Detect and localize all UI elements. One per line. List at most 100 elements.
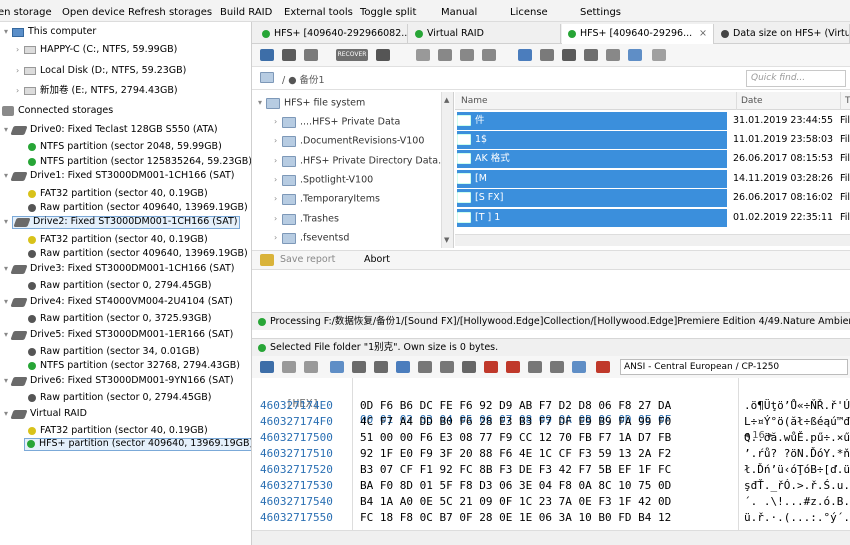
scroll-up-icon[interactable]: ▲ [444, 96, 449, 104]
list-item[interactable]: [M [457, 170, 727, 188]
chevron-right-icon[interactable]: › [274, 171, 282, 189]
partition-item-selected[interactable]: HFS+ partition (sector 409640, 13969.19G… [24, 436, 251, 452]
list-item[interactable]: [T ] 1 [457, 209, 727, 227]
save-icon[interactable] [260, 49, 274, 61]
eye-icon[interactable] [376, 49, 390, 61]
tree-item[interactable]: › .HFS+ Private Directory Data. [274, 152, 441, 170]
connected-storages-node[interactable]: Connected storages [2, 103, 113, 119]
column-type[interactable]: T [840, 92, 850, 110]
save-report-button[interactable]: Save report [280, 251, 335, 269]
binoculars-icon[interactable] [304, 49, 318, 61]
drive-2[interactable]: ▾ Drive2: Fixed ST3000DM001-1CH166 (SAT) [4, 214, 241, 230]
volume-d[interactable]: › Local Disk (D:, NTFS, 59.23GB) [16, 63, 186, 79]
menu-external-tools[interactable]: External tools [284, 7, 353, 18]
menu-toggle-split[interactable]: Toggle split [360, 7, 416, 18]
sync-icon[interactable] [584, 49, 598, 61]
partition-item[interactable]: NTFS partition (sector 32768, 2794.43GB) [28, 358, 240, 374]
chevron-down-icon[interactable]: ▾ [4, 214, 12, 230]
menu-open-storage[interactable]: en storage [0, 7, 52, 18]
chevron-down-icon[interactable]: ▾ [4, 261, 12, 277]
volume-e[interactable]: › 新加卷 (E:, NTFS, 2794.43GB) [16, 83, 178, 99]
table-icon[interactable] [550, 361, 564, 373]
hex-hscrollbar[interactable] [252, 530, 850, 545]
menu-refresh-storages[interactable]: Refresh storages [128, 7, 212, 18]
panel-icon[interactable] [416, 49, 430, 61]
partition-item[interactable]: Raw partition (sector 0, 3725.93GB) [28, 311, 211, 327]
drive-6[interactable]: ▾ Drive6: Fixed ST3000DM001-9YN166 (SAT) [4, 373, 234, 389]
chevron-down-icon[interactable]: ▾ [4, 327, 12, 343]
filter-icon[interactable] [438, 49, 452, 61]
chevron-down-icon[interactable]: ▾ [4, 406, 12, 422]
chevron-down-icon[interactable]: ▾ [4, 24, 12, 40]
list-item[interactable]: 件 [457, 112, 727, 130]
chevron-right-icon[interactable]: › [274, 113, 282, 131]
volume-c[interactable]: › HAPPY-C (C:, NTFS, 59.99GB) [16, 42, 177, 58]
drive-5[interactable]: ▾ Drive5: Fixed ST3000DM001-1ER166 (SAT) [4, 327, 233, 343]
partition-item[interactable]: Raw partition (sector 0, 2794.45GB) [28, 278, 211, 294]
export-icon[interactable] [606, 49, 620, 61]
list-hscrollbar[interactable] [455, 234, 850, 246]
paste-icon[interactable] [304, 361, 318, 373]
tools-icon[interactable] [518, 49, 532, 61]
menu-settings[interactable]: Settings [580, 7, 621, 18]
chevron-down-icon[interactable]: ▾ [258, 94, 266, 112]
save-icon[interactable] [260, 361, 274, 373]
gear-icon[interactable] [540, 49, 554, 61]
chevron-right-icon[interactable]: › [16, 42, 24, 58]
encoding-select[interactable]: ANSI - Central European / CP-1250 [620, 359, 848, 375]
view-icon[interactable] [282, 49, 296, 61]
menu-manual[interactable]: Manual [441, 7, 477, 18]
chevron-right-icon[interactable]: › [274, 210, 282, 228]
chevron-down-icon[interactable]: ▾ [4, 294, 12, 310]
bug-icon[interactable] [562, 49, 576, 61]
tree-scrollbar[interactable]: ▲ ▼ [441, 92, 453, 248]
eraser-icon[interactable] [652, 49, 666, 61]
list-item[interactable]: AK 格式 [457, 150, 727, 168]
find-next-icon[interactable] [440, 361, 454, 373]
scroll-down-icon[interactable]: ▼ [444, 236, 449, 244]
tree-root[interactable]: ▾ HFS+ file system [258, 94, 365, 112]
column-name[interactable]: Name [461, 96, 488, 106]
chevron-right-icon[interactable]: › [274, 190, 282, 208]
chevron-right-icon[interactable]: › [274, 152, 282, 170]
tree-item[interactable]: › .DocumentRevisions-V100 [274, 132, 424, 150]
chevron-down-icon[interactable]: ▾ [4, 373, 12, 389]
tree-item[interactable]: › .Spotlight-V100 [274, 171, 373, 189]
back-icon[interactable] [352, 361, 366, 373]
recover-button[interactable]: RECOVER [336, 49, 368, 61]
menu-open-device[interactable]: Open device [62, 7, 125, 18]
partition-item[interactable]: NTFS partition (sector 2048, 59.99GB) [28, 139, 222, 155]
swap-icon[interactable] [572, 361, 586, 373]
drive-0[interactable]: ▾ Drive0: Fixed Teclast 128GB S550 (ATA) [4, 122, 218, 138]
chevron-right-icon[interactable]: › [274, 132, 282, 150]
list-view-icon[interactable] [482, 49, 496, 61]
goto-icon[interactable] [396, 361, 410, 373]
tree-item[interactable]: › .fseventsd [274, 229, 349, 247]
flag-icon[interactable] [484, 361, 498, 373]
bookmark-icon[interactable] [506, 361, 520, 373]
search-icon[interactable] [418, 361, 432, 373]
list-item[interactable]: 1$ [457, 131, 727, 149]
edit-icon[interactable] [596, 361, 610, 373]
copy-icon[interactable] [282, 361, 296, 373]
compare-icon[interactable] [528, 361, 542, 373]
drive-1[interactable]: ▾ Drive1: Fixed ST3000DM001-1CH166 (SAT) [4, 168, 234, 184]
tree-item[interactable]: › .Trashes [274, 210, 339, 228]
drive-3[interactable]: ▾ Drive3: Fixed ST3000DM001-1CH166 (SAT) [4, 261, 234, 277]
tab-virtual-raid[interactable]: Virtual RAID [409, 24, 561, 44]
car-icon[interactable] [462, 361, 476, 373]
drive-4[interactable]: ▾ Drive4: Fixed ST4000VM004-2U4104 (SAT) [4, 294, 233, 310]
tab-close-button[interactable]: × [699, 24, 707, 44]
list-item[interactable]: [S FX] [457, 189, 727, 207]
chevron-right-icon[interactable]: › [16, 63, 24, 79]
tree-item[interactable]: › .TemporaryItems [274, 190, 380, 208]
tree-item[interactable]: › ....HFS+ Private Data [274, 113, 400, 131]
breadcrumb[interactable]: / ● 备份1 [282, 72, 325, 86]
chevron-right-icon[interactable]: › [274, 229, 282, 247]
menu-license[interactable]: License [510, 7, 548, 18]
arrow-icon[interactable] [628, 49, 642, 61]
chevron-down-icon[interactable]: ▾ [4, 122, 12, 138]
forward-icon[interactable] [374, 361, 388, 373]
abort-button[interactable]: Abort [364, 251, 390, 269]
chevron-down-icon[interactable]: ▾ [4, 168, 12, 184]
